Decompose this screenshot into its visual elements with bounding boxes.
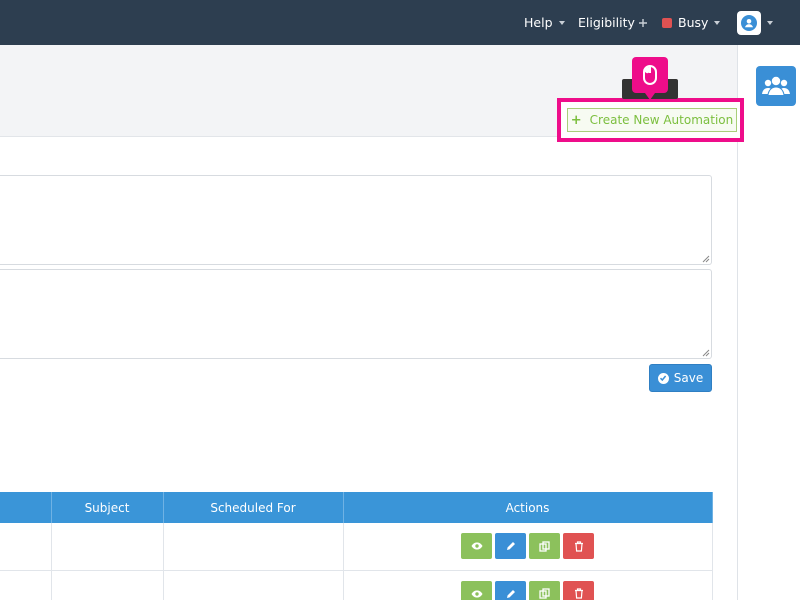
right-sidebar <box>737 45 800 600</box>
eligibility-label: Eligibility <box>578 15 635 30</box>
pencil-icon <box>506 542 515 551</box>
plus-icon <box>638 18 647 27</box>
table-cell-scheduled <box>163 570 344 600</box>
view-button[interactable] <box>461 580 492 600</box>
edit-button[interactable] <box>495 533 526 560</box>
table-header-row: Subject Scheduled For Actions <box>0 492 713 523</box>
column-header-scheduled-for[interactable]: Scheduled For <box>163 492 344 523</box>
status-label: Busy <box>678 15 709 30</box>
chevron-down-icon <box>714 21 721 25</box>
save-button[interactable]: Save <box>649 364 712 392</box>
copy-icon <box>539 588 550 599</box>
delete-button[interactable] <box>563 533 594 560</box>
save-label: Save <box>673 371 704 385</box>
view-button[interactable] <box>461 533 492 560</box>
table-cell-actions <box>343 523 713 571</box>
duplicate-button[interactable] <box>529 533 560 560</box>
copy-icon <box>539 541 550 552</box>
create-automation-highlight: + Create New Automation <box>557 98 744 142</box>
message-textarea-1[interactable] <box>0 175 712 265</box>
users-icon <box>762 76 790 95</box>
resize-handle-icon[interactable] <box>702 349 710 357</box>
table-row <box>0 570 713 600</box>
create-automation-button[interactable]: + Create New Automation <box>567 108 737 132</box>
column-header-actions: Actions <box>343 492 713 523</box>
trash-icon <box>574 541 583 552</box>
table-cell <box>0 523 52 571</box>
eye-icon <box>471 542 482 550</box>
help-menu[interactable]: Help <box>524 0 565 45</box>
resize-handle-icon[interactable] <box>702 255 710 263</box>
duplicate-button[interactable] <box>529 580 560 600</box>
pencil-icon <box>506 589 515 598</box>
message-textarea-2[interactable] <box>0 269 712 359</box>
user-menu[interactable] <box>737 0 773 45</box>
chevron-down-icon <box>767 21 773 25</box>
chevron-down-icon <box>558 21 565 25</box>
plus-icon: + <box>570 112 582 128</box>
table-row <box>0 523 713 571</box>
table-cell-actions <box>343 570 713 600</box>
table-cell-subject <box>51 523 164 571</box>
eligibility-menu[interactable]: Eligibility <box>578 0 648 45</box>
user-icon <box>741 14 757 31</box>
trash-icon <box>574 588 583 599</box>
table-cell-subject <box>51 570 164 600</box>
avatar <box>737 10 761 35</box>
team-button[interactable] <box>756 66 796 106</box>
status-indicator-icon <box>662 17 672 28</box>
column-header[interactable] <box>0 492 52 523</box>
mouse-cursor-icon <box>632 57 668 100</box>
status-menu[interactable]: Busy <box>662 0 721 45</box>
create-automation-label: Create New Automation <box>589 113 734 127</box>
delete-button[interactable] <box>563 580 594 600</box>
top-navbar: Help Eligibility Busy <box>0 0 800 45</box>
automation-table: Subject Scheduled For Actions <box>0 492 713 600</box>
table-cell-scheduled <box>163 523 344 571</box>
eye-icon <box>471 590 482 597</box>
edit-button[interactable] <box>495 580 526 600</box>
check-circle-icon <box>657 372 669 384</box>
help-label: Help <box>524 15 553 30</box>
table-cell <box>0 570 52 600</box>
column-header-subject[interactable]: Subject <box>51 492 164 523</box>
